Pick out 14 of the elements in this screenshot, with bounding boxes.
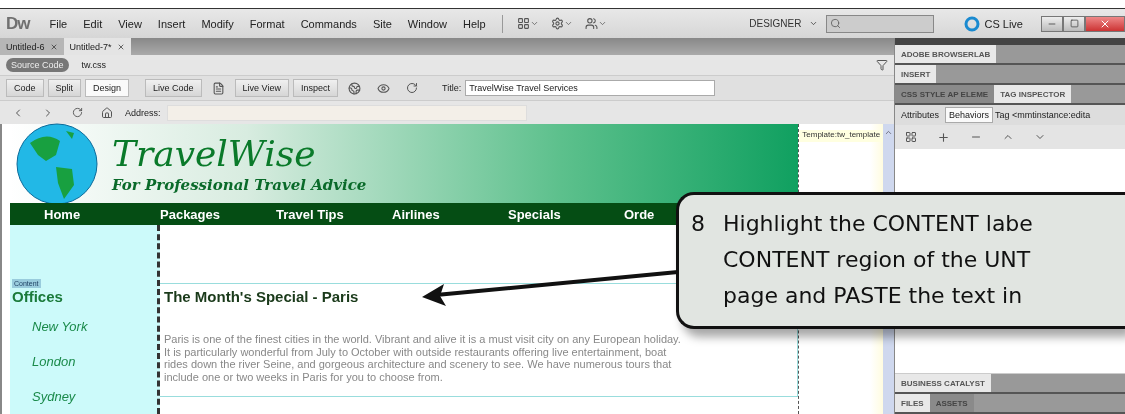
site-title: TravelWise [112, 133, 317, 174]
app-logo: Dw [6, 13, 30, 34]
callout-text-line: page and PASTE the text in [723, 283, 1024, 310]
content-heading: The Month's Special - Paris [164, 288, 359, 305]
sidebar-heading: Offices [12, 288, 63, 305]
step-number: 8 [691, 211, 705, 238]
site-tagline: For Professional Travel Advice [112, 176, 367, 194]
content-paragraph: Paris is one of the finest cities in the world. Vibrant and alive it is a must visit city on any European holiday. It is particularly wonderful from July to October with outside restaurants offering live entertainment, boat rides down the river Seine, and gorgeous architecture and scenery to see. We have numerous tours that include one or two weeks in Paris for you to choose from. [164, 333, 682, 383]
title-label: Title: [441, 83, 462, 93]
tag-label: Tag <mmtinstance:edita [995, 110, 1091, 120]
template-label: Template:tw_template [799, 130, 884, 142]
callout-text-line: CONTENT region of the UNT [723, 247, 1032, 274]
address-label: Address: [125, 107, 161, 118]
callout-text-line: Highlight the CONTENT labe [723, 211, 1033, 238]
